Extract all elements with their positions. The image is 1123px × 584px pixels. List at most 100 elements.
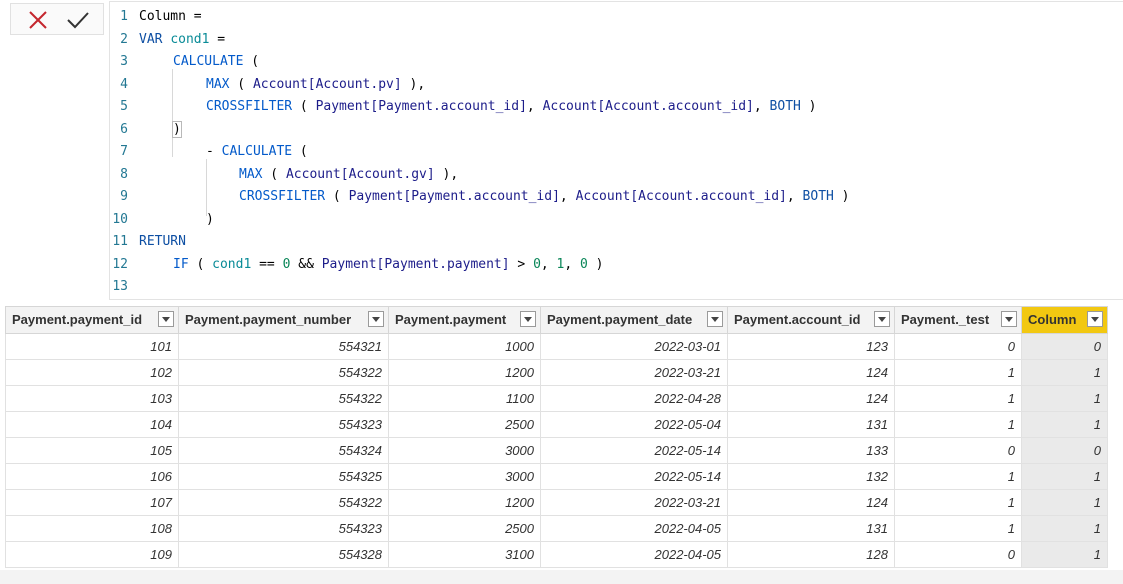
text-cursor (180, 121, 182, 138)
column-header-payment-date[interactable]: Payment.payment_date (540, 306, 728, 334)
cell-payment-date[interactable]: 2022-04-28 (540, 385, 728, 412)
cell-payment-id[interactable]: 107 (5, 489, 179, 516)
commit-button[interactable] (63, 7, 93, 33)
cell-test[interactable]: 0 (894, 333, 1022, 360)
table-row[interactable]: 102 554322 1200 2022-03-21 124 1 1 (5, 359, 1108, 386)
cell-payment-date[interactable]: 2022-03-21 (540, 489, 728, 516)
cell-payment-id[interactable]: 102 (5, 359, 179, 386)
cell-account-id[interactable]: 131 (727, 515, 895, 542)
cell-payment-date[interactable]: 2022-03-01 (540, 333, 728, 360)
cell-column[interactable]: 0 (1021, 437, 1108, 464)
filter-dropdown-button[interactable] (368, 311, 384, 327)
code-text: VAR cond1 = (139, 32, 226, 47)
cell-column[interactable]: 0 (1021, 333, 1108, 360)
cell-column[interactable]: 1 (1021, 385, 1108, 412)
cell-payment[interactable]: 3000 (388, 463, 541, 490)
cell-test[interactable]: 1 (894, 515, 1022, 542)
cell-payment-date[interactable]: 2022-05-14 (540, 463, 728, 490)
table-row[interactable]: 105 554324 3000 2022-05-14 133 0 0 (5, 437, 1108, 464)
cell-payment[interactable]: 1200 (388, 359, 541, 386)
column-header-account-id[interactable]: Payment.account_id (727, 306, 895, 334)
filter-dropdown-button[interactable] (158, 311, 174, 327)
filter-dropdown-button[interactable] (1001, 311, 1017, 327)
cell-test[interactable]: 1 (894, 463, 1022, 490)
cell-account-id[interactable]: 128 (727, 541, 895, 568)
table-row[interactable]: 103 554322 1100 2022-04-28 124 1 1 (5, 385, 1108, 412)
column-header-column[interactable]: Column (1021, 306, 1108, 334)
dax-formula-editor[interactable]: 1 Column = 2 VAR cond1 = 3 CALCULATE ( 4 MAX… (109, 1, 1123, 300)
cell-payment[interactable]: 2500 (388, 515, 541, 542)
cell-account-id[interactable]: 124 (727, 359, 895, 386)
cell-account-id[interactable]: 124 (727, 489, 895, 516)
cell-payment[interactable]: 3000 (388, 437, 541, 464)
cancel-button[interactable] (23, 7, 53, 33)
cell-test[interactable]: 1 (894, 411, 1022, 438)
column-header-payment-number[interactable]: Payment.payment_number (178, 306, 389, 334)
cell-payment-number[interactable]: 554325 (178, 463, 389, 490)
cell-test[interactable]: 1 (894, 359, 1022, 386)
cell-payment-number[interactable]: 554323 (178, 515, 389, 542)
table-row[interactable]: 106 554325 3000 2022-05-14 132 1 1 (5, 463, 1108, 490)
table-row[interactable]: 109 554328 3100 2022-04-05 128 0 1 (5, 541, 1108, 568)
line-number: 13 (112, 279, 128, 294)
cell-account-id[interactable]: 123 (727, 333, 895, 360)
cell-payment-id[interactable]: 103 (5, 385, 179, 412)
cell-payment[interactable]: 1000 (388, 333, 541, 360)
table-row[interactable]: 107 554322 1200 2022-03-21 124 1 1 (5, 489, 1108, 516)
cell-payment-number[interactable]: 554328 (178, 541, 389, 568)
cell-column[interactable]: 1 (1021, 411, 1108, 438)
chevron-down-icon (711, 316, 719, 322)
filter-dropdown-button[interactable] (1087, 311, 1103, 327)
cell-test[interactable]: 1 (894, 489, 1022, 516)
indent-guide (206, 159, 207, 216)
cell-payment-date[interactable]: 2022-04-05 (540, 515, 728, 542)
cell-payment[interactable]: 3100 (388, 541, 541, 568)
cell-payment-id[interactable]: 104 (5, 411, 179, 438)
cell-test[interactable]: 0 (894, 541, 1022, 568)
cell-test[interactable]: 1 (894, 385, 1022, 412)
cell-payment-date[interactable]: 2022-04-05 (540, 541, 728, 568)
cell-payment-number[interactable]: 554322 (178, 359, 389, 386)
column-header-payment[interactable]: Payment.payment (388, 306, 541, 334)
table-row[interactable]: 104 554323 2500 2022-05-04 131 1 1 (5, 411, 1108, 438)
cell-column[interactable]: 1 (1021, 463, 1108, 490)
cell-column[interactable]: 1 (1021, 515, 1108, 542)
cell-payment-number[interactable]: 554324 (178, 437, 389, 464)
cell-payment-number[interactable]: 554322 (178, 489, 389, 516)
cell-account-id[interactable]: 133 (727, 437, 895, 464)
cell-payment-id[interactable]: 108 (5, 515, 179, 542)
table-row[interactable]: 108 554323 2500 2022-04-05 131 1 1 (5, 515, 1108, 542)
cell-payment-id[interactable]: 106 (5, 463, 179, 490)
cell-payment-id[interactable]: 105 (5, 437, 179, 464)
column-header-payment-id[interactable]: Payment.payment_id (5, 306, 179, 334)
cell-payment[interactable]: 2500 (388, 411, 541, 438)
code-text: MAX ( Account[Account.gv] ), (239, 167, 459, 182)
cell-payment-number[interactable]: 554323 (178, 411, 389, 438)
column-header-test[interactable]: Payment._test (894, 306, 1022, 334)
cell-payment-id[interactable]: 109 (5, 541, 179, 568)
cell-payment[interactable]: 1100 (388, 385, 541, 412)
filter-dropdown-button[interactable] (520, 311, 536, 327)
line-number: 5 (120, 99, 128, 114)
cell-payment-number[interactable]: 554322 (178, 385, 389, 412)
cell-payment-date[interactable]: 2022-05-14 (540, 437, 728, 464)
filter-dropdown-button[interactable] (707, 311, 723, 327)
cell-test[interactable]: 0 (894, 437, 1022, 464)
cell-account-id[interactable]: 132 (727, 463, 895, 490)
cell-payment-id[interactable]: 101 (5, 333, 179, 360)
cell-payment-number[interactable]: 554321 (178, 333, 389, 360)
cell-account-id[interactable]: 124 (727, 385, 895, 412)
line-number: 4 (120, 77, 128, 92)
code-text: CROSSFILTER ( Payment[Payment.account_id… (239, 189, 850, 204)
cell-account-id[interactable]: 131 (727, 411, 895, 438)
cell-column[interactable]: 1 (1021, 489, 1108, 516)
cell-column[interactable]: 1 (1021, 541, 1108, 568)
filter-dropdown-button[interactable] (874, 311, 890, 327)
code-text: MAX ( Account[Account.pv] ), (206, 77, 426, 92)
code-text: - CALCULATE ( (206, 144, 308, 159)
cell-payment-date[interactable]: 2022-03-21 (540, 359, 728, 386)
cell-payment-date[interactable]: 2022-05-04 (540, 411, 728, 438)
cell-column[interactable]: 1 (1021, 359, 1108, 386)
table-row[interactable]: 101 554321 1000 2022-03-01 123 0 0 (5, 333, 1108, 360)
cell-payment[interactable]: 1200 (388, 489, 541, 516)
